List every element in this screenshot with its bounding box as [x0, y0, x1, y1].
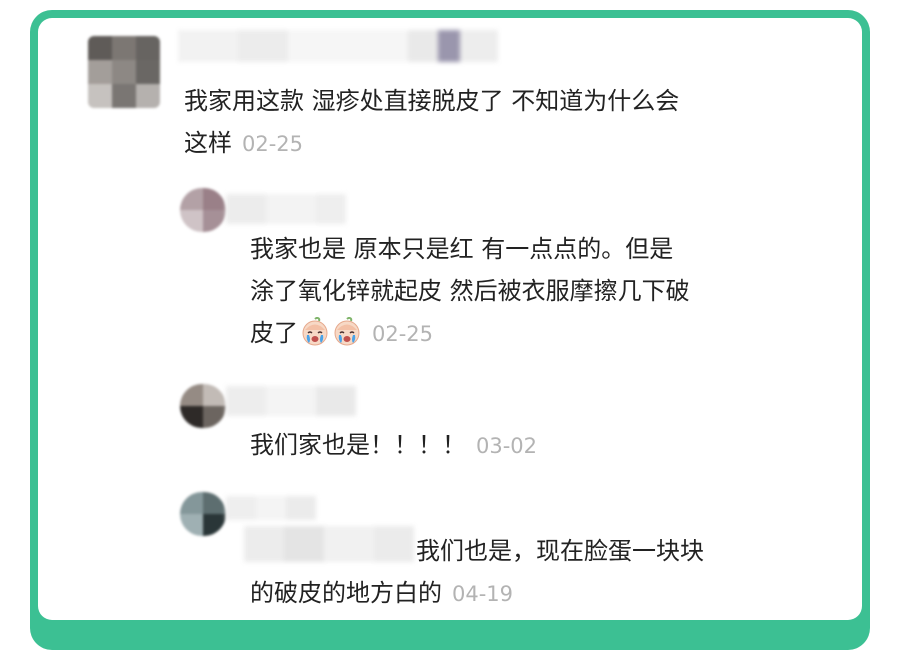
- avatar[interactable]: [180, 384, 226, 428]
- crying-baby-emoji: [302, 317, 328, 346]
- username-blurred[interactable]: [178, 30, 498, 62]
- username-blurred[interactable]: [226, 194, 346, 224]
- avatar[interactable]: [180, 492, 226, 536]
- crying-baby-emoji: [334, 317, 360, 346]
- username-blurred[interactable]: [226, 496, 316, 520]
- avatar[interactable]: [180, 188, 226, 232]
- comment-text: 我们也是，现在脸蛋一块块 的破皮的地方白的 04-19: [250, 537, 704, 607]
- timestamp: 02-25: [242, 132, 304, 156]
- username-blurred[interactable]: [226, 386, 356, 416]
- timestamp: 03-02: [476, 434, 538, 458]
- timestamp: 04-19: [452, 582, 514, 606]
- avatar[interactable]: [88, 36, 160, 108]
- comment-text: 我家也是 原本只是红 有一点点的。但是 涂了氧化锌就起皮 然后被衣服摩擦几下破 …: [250, 235, 690, 347]
- comment-text: 我家用这款 湿疹处直接脱皮了 不知道为什么会 这样 02-25: [184, 87, 680, 157]
- comment-thread: 我家用这款 湿疹处直接脱皮了 不知道为什么会 这样 02-25 我家也是 原本只是…: [38, 18, 862, 620]
- timestamp: 02-25: [372, 322, 434, 346]
- comment-text: 我们家也是！！！！ 03-02: [250, 431, 538, 459]
